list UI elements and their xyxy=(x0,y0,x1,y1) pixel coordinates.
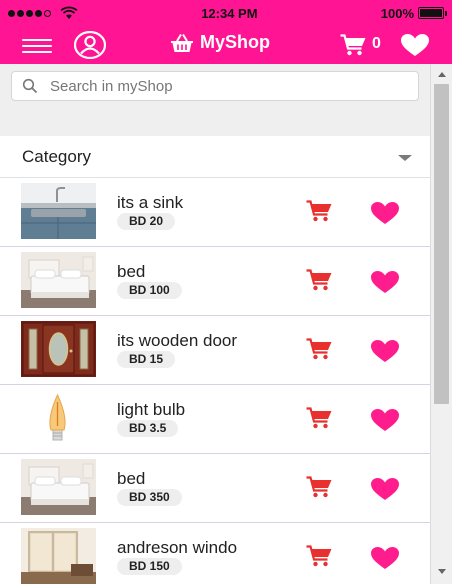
product-row[interactable]: bed BD 100 xyxy=(0,247,430,316)
product-image[interactable] xyxy=(21,459,96,515)
scroll-thumb[interactable] xyxy=(434,84,449,404)
product-name: bed xyxy=(117,469,146,488)
scrollbar[interactable] xyxy=(430,64,452,584)
product-price: BD 150 xyxy=(117,558,182,575)
product-name: andreson windo xyxy=(117,538,238,557)
heart-icon[interactable] xyxy=(400,33,430,57)
brand: MyShop xyxy=(170,32,270,53)
product-name: light bulb xyxy=(117,400,186,419)
signal-strength-icon xyxy=(8,9,51,17)
product-row[interactable]: its a sink BD 20 xyxy=(0,178,430,247)
product-name: its a sink xyxy=(117,193,184,212)
product-image[interactable] xyxy=(21,183,96,239)
search-box[interactable] xyxy=(11,71,419,101)
product-price: BD 15 xyxy=(117,351,176,368)
chevron-down-icon xyxy=(398,155,412,161)
product-row[interactable]: light bulb BD 3.5 xyxy=(0,385,430,454)
wifi-icon xyxy=(60,6,78,19)
signal-indicator xyxy=(8,6,78,20)
add-to-cart-icon[interactable] xyxy=(306,476,332,498)
product-image[interactable] xyxy=(21,252,96,308)
cart-count: 0 xyxy=(372,35,381,52)
favorite-heart-icon[interactable] xyxy=(370,270,400,293)
battery-icon xyxy=(418,7,447,19)
favorite-heart-icon[interactable] xyxy=(370,339,400,362)
app-title: MyShop xyxy=(200,32,270,52)
category-label: Category xyxy=(22,146,91,166)
battery-percent: 100% xyxy=(380,5,414,21)
product-list: its a sink BD 20 bed BD 100 its wooden door B… xyxy=(0,178,430,584)
product-image[interactable] xyxy=(21,321,96,377)
favorite-heart-icon[interactable] xyxy=(370,477,400,500)
add-to-cart-icon[interactable] xyxy=(306,200,332,222)
basket-icon xyxy=(171,33,193,52)
product-name: bed xyxy=(117,262,146,281)
search-icon xyxy=(22,78,38,94)
product-row[interactable]: andreson windo BD 150 xyxy=(0,523,430,584)
add-to-cart-icon[interactable] xyxy=(306,269,332,291)
product-name: its wooden door xyxy=(117,331,238,350)
battery-indicator: 100% xyxy=(380,5,447,21)
product-image[interactable] xyxy=(21,528,96,584)
scroll-up-arrow-icon[interactable] xyxy=(438,72,446,77)
category-dropdown[interactable]: Category xyxy=(0,136,430,178)
scroll-down-arrow-icon[interactable] xyxy=(438,569,446,574)
menu-icon[interactable] xyxy=(22,39,52,53)
search-area xyxy=(0,64,430,136)
add-to-cart-icon[interactable] xyxy=(306,407,332,429)
product-price: BD 3.5 xyxy=(117,420,179,437)
product-image[interactable] xyxy=(21,390,96,446)
product-price: BD 350 xyxy=(117,489,182,506)
favorite-heart-icon[interactable] xyxy=(370,546,400,569)
cart-icon[interactable] xyxy=(340,34,366,56)
product-row[interactable]: bed BD 350 xyxy=(0,454,430,523)
status-time: 12:34 PM xyxy=(201,5,258,21)
top-nav-bar: MyShop 0 xyxy=(0,26,452,64)
add-to-cart-icon[interactable] xyxy=(306,545,332,567)
favorite-heart-icon[interactable] xyxy=(370,201,400,224)
product-price: BD 100 xyxy=(117,282,182,299)
user-icon[interactable] xyxy=(74,31,106,59)
search-input[interactable] xyxy=(50,77,390,95)
favorite-heart-icon[interactable] xyxy=(370,408,400,431)
add-to-cart-icon[interactable] xyxy=(306,338,332,360)
status-bar: 12:34 PM 100% xyxy=(0,0,452,26)
product-row[interactable]: its wooden door BD 15 xyxy=(0,316,430,385)
product-price: BD 20 xyxy=(117,213,176,230)
